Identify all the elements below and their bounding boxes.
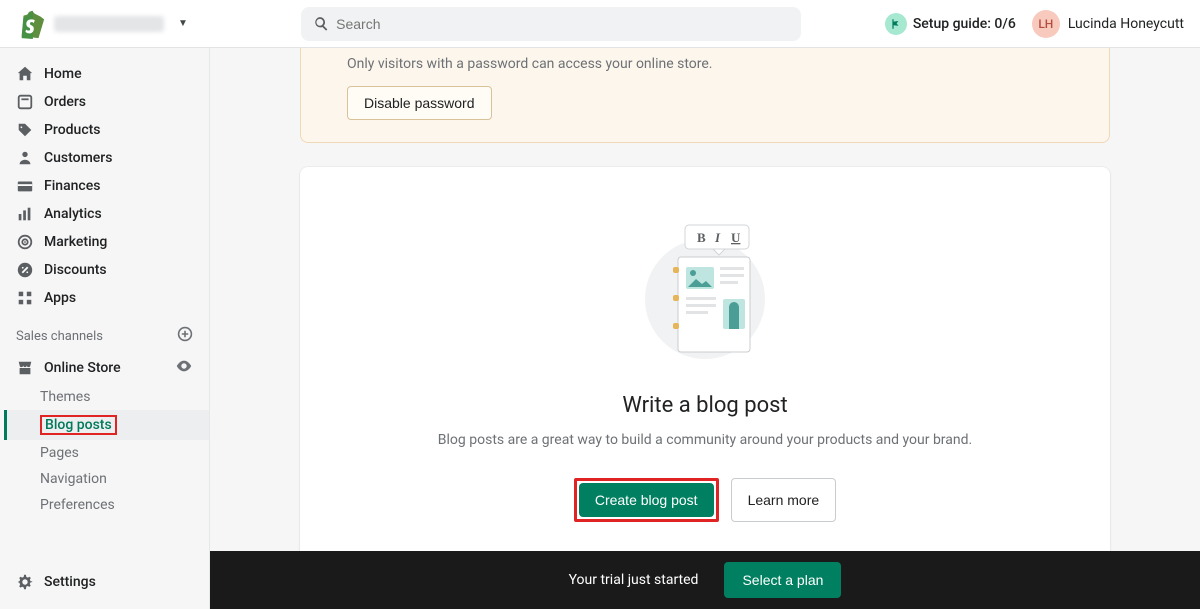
learn-more-button[interactable]: Learn more xyxy=(731,478,837,522)
discounts-icon xyxy=(16,261,34,279)
sidebar-item-label: Marketing xyxy=(44,234,107,250)
online-store-subnav: Themes Blog posts Pages Navigation Prefe… xyxy=(0,384,209,518)
avatar: LH xyxy=(1032,10,1060,38)
sidebar-item-label: Customers xyxy=(44,150,112,166)
settings-label: Settings xyxy=(44,574,96,590)
user-name: Lucinda Honeycutt xyxy=(1068,16,1184,32)
add-channel-icon[interactable] xyxy=(177,326,193,346)
sidebar-item-label: Apps xyxy=(44,290,76,306)
sidebar-item-label: Discounts xyxy=(44,262,107,278)
store-icon xyxy=(16,359,34,377)
flag-icon xyxy=(885,13,907,35)
products-icon xyxy=(16,121,34,139)
sidebar-item-apps[interactable]: Apps xyxy=(0,284,209,312)
apps-icon xyxy=(16,289,34,307)
sidebar-item-label: Products xyxy=(44,122,101,138)
trial-message: Your trial just started xyxy=(569,572,699,588)
empty-state-card: B I U Write a blog post Blog posts are a… xyxy=(300,167,1110,572)
svg-text:I: I xyxy=(714,230,721,245)
sidebar-item-settings[interactable]: Settings xyxy=(16,573,193,591)
search-icon xyxy=(313,15,330,33)
header-right: Setup guide: 0/6 LH Lucinda Honeycutt xyxy=(885,10,1184,38)
orders-icon xyxy=(16,93,34,111)
sidebar-item-home[interactable]: Home xyxy=(0,60,209,88)
sidebar-item-customers[interactable]: Customers xyxy=(0,144,209,172)
sidebar-item-label: Analytics xyxy=(44,206,102,222)
sidebar-item-discounts[interactable]: Discounts xyxy=(0,256,209,284)
create-blog-post-button[interactable]: Create blog post xyxy=(579,483,714,517)
store-name[interactable] xyxy=(54,16,164,32)
subnav-label-highlighted: Blog posts xyxy=(40,415,117,435)
sidebar-item-label: Orders xyxy=(44,94,86,110)
app-header: ▼ Setup guide: 0/6 LH Lucinda Honeycutt xyxy=(0,0,1200,48)
trial-bar: Your trial just started Select a plan xyxy=(210,551,1200,609)
svg-text:U: U xyxy=(731,230,741,245)
shopify-logo-icon[interactable] xyxy=(16,9,46,39)
marketing-icon xyxy=(16,233,34,251)
sidebar-item-online-store[interactable]: Online Store xyxy=(0,352,209,384)
sidebar-item-products[interactable]: Products xyxy=(0,116,209,144)
sidebar-item-label: Finances xyxy=(44,178,100,194)
sidebar-item-finances[interactable]: Finances xyxy=(0,172,209,200)
setup-guide-label: Setup guide: 0/6 xyxy=(913,16,1016,32)
search-field[interactable] xyxy=(336,16,789,32)
sidebar-item-orders[interactable]: Orders xyxy=(0,88,209,116)
subnav-blog-posts[interactable]: Blog posts xyxy=(4,410,209,440)
search-input[interactable] xyxy=(301,7,801,41)
setup-guide-button[interactable]: Setup guide: 0/6 xyxy=(885,13,1016,35)
highlight-frame: Create blog post xyxy=(574,478,719,522)
disable-password-button[interactable]: Disable password xyxy=(347,86,492,120)
sidebar-item-marketing[interactable]: Marketing xyxy=(0,228,209,256)
subnav-preferences[interactable]: Preferences xyxy=(40,492,209,518)
store-switcher-icon[interactable]: ▼ xyxy=(178,18,188,29)
empty-state-subtitle: Blog posts are a great way to build a co… xyxy=(340,432,1070,448)
password-banner: Only visitors with a password can access… xyxy=(300,48,1110,143)
customers-icon xyxy=(16,149,34,167)
gear-icon xyxy=(16,573,34,591)
select-plan-button[interactable]: Select a plan xyxy=(724,562,841,598)
empty-state-title: Write a blog post xyxy=(340,393,1070,418)
svg-text:B: B xyxy=(697,230,706,245)
button-row: Create blog post Learn more xyxy=(340,478,1070,522)
sidebar-item-label: Online Store xyxy=(44,360,121,376)
blog-illustration-icon: B I U xyxy=(340,217,1070,367)
sidebar: Home Orders Products Customers Finances … xyxy=(0,48,210,609)
header-left: ▼ xyxy=(16,9,301,39)
subnav-navigation[interactable]: Navigation xyxy=(40,466,209,492)
view-store-icon[interactable] xyxy=(175,357,193,379)
sales-channels-header: Sales channels xyxy=(0,312,209,352)
sidebar-item-label: Home xyxy=(44,66,82,82)
subnav-pages[interactable]: Pages xyxy=(40,440,209,466)
main-content: Only visitors with a password can access… xyxy=(210,48,1200,609)
banner-text: Only visitors with a password can access… xyxy=(347,48,1081,72)
finances-icon xyxy=(16,177,34,195)
sales-channels-label: Sales channels xyxy=(16,329,103,344)
user-menu[interactable]: LH Lucinda Honeycutt xyxy=(1032,10,1184,38)
subnav-themes[interactable]: Themes xyxy=(40,384,209,410)
search-container xyxy=(301,7,801,41)
analytics-icon xyxy=(16,205,34,223)
home-icon xyxy=(16,65,34,83)
sidebar-item-analytics[interactable]: Analytics xyxy=(0,200,209,228)
